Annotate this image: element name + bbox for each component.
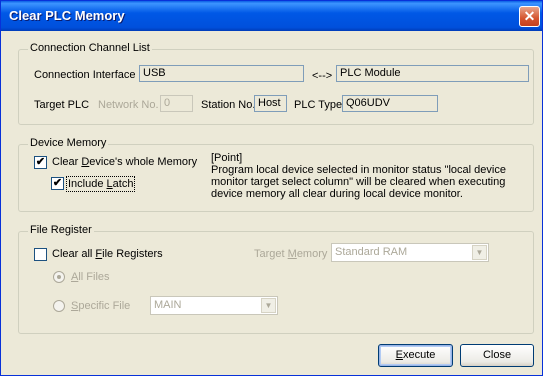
connection-channel-group [18, 49, 534, 125]
connection-arrow: <--> [312, 70, 333, 82]
include-latch-checkbox[interactable]: ✔ [51, 177, 64, 190]
window-title: Clear PLC Memory [9, 8, 125, 23]
execute-button[interactable]: Execute [378, 344, 453, 367]
clear-all-file-registers-label[interactable]: Clear all File Registers [52, 248, 163, 260]
all-files-radio[interactable] [53, 271, 65, 283]
all-files-label[interactable]: All Files [71, 271, 110, 283]
chevron-down-icon[interactable]: ▼ [261, 298, 276, 313]
connection-interface-field: USB [139, 65, 304, 82]
network-no-field: 0 [160, 95, 193, 112]
clear-all-file-registers-checkbox[interactable] [34, 248, 47, 261]
target-memory-label: Target Memory [254, 248, 328, 260]
file-register-group-label: File Register [28, 224, 94, 236]
station-no-label: Station No. [201, 99, 256, 111]
target-module-field: PLC Module [336, 65, 529, 82]
clear-device-memory-label[interactable]: Clear Device's whole Memory [52, 156, 197, 168]
target-memory-value: Standard RAM [335, 246, 408, 258]
point-text: Program local device selected in monitor… [211, 164, 506, 200]
connection-interface-label: Connection Interface [34, 69, 136, 81]
specific-file-value: MAIN [154, 299, 182, 311]
plc-type-field: Q06UDV [342, 95, 438, 112]
chevron-down-icon[interactable]: ▼ [472, 245, 487, 260]
clear-device-memory-checkbox[interactable]: ✔ [34, 156, 47, 169]
radio-dot-icon [57, 275, 61, 279]
network-no-label: Network No. [98, 99, 159, 111]
plc-type-label: PLC Type [294, 99, 343, 111]
specific-file-select[interactable]: MAIN ▼ [150, 296, 278, 315]
target-memory-select[interactable]: Standard RAM ▼ [331, 243, 489, 262]
include-latch-label[interactable]: Include Latch [65, 176, 136, 192]
station-no-field: Host [254, 95, 287, 112]
connection-group-label: Connection Channel List [28, 42, 152, 54]
point-title: [Point] [211, 152, 243, 164]
device-memory-group-label: Device Memory [28, 137, 109, 149]
close-button[interactable]: Close [460, 344, 534, 367]
specific-file-label[interactable]: Specific File [71, 300, 130, 312]
clear-plc-memory-dialog: Clear PLC Memory ✕ Connection Channel Li… [0, 0, 543, 376]
title-bar: Clear PLC Memory ✕ [1, 1, 542, 31]
target-plc-label: Target PLC [34, 99, 90, 111]
close-icon[interactable]: ✕ [519, 6, 540, 27]
specific-file-radio[interactable] [53, 300, 65, 312]
